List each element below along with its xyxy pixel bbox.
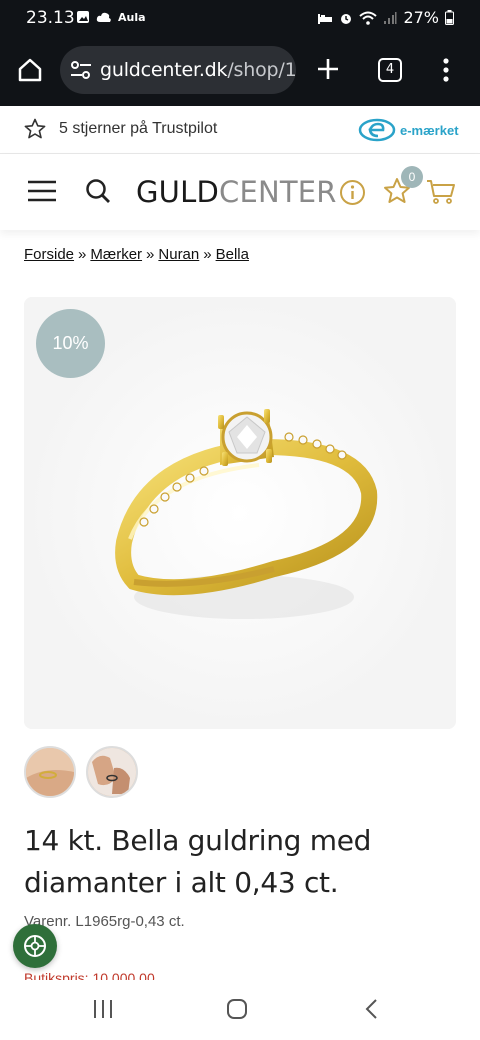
- gallery-icon: [77, 11, 89, 23]
- emark-badge[interactable]: e-mærket: [358, 118, 459, 142]
- tune-icon[interactable]: [70, 60, 92, 80]
- hand-photo-icon: [26, 748, 74, 796]
- store-price-label: Butikspris: 10.000,00: [24, 970, 155, 980]
- model-photo-icon: [88, 748, 136, 796]
- breadcrumb-separator: »: [203, 246, 212, 263]
- breadcrumb-separator: »: [78, 246, 87, 263]
- wifi-icon: [359, 11, 378, 25]
- status-right-icons: 27%: [317, 8, 454, 27]
- emark-label: e-mærket: [400, 122, 459, 138]
- notification-app-label: Aula: [118, 10, 146, 24]
- site-logo[interactable]: GULDCENTER: [136, 175, 337, 209]
- sleep-mode-icon: [318, 13, 333, 24]
- trust-bar: 5 stjerner på Trustpilot e-mærket: [0, 106, 480, 154]
- breadcrumb-link-nuran[interactable]: Nuran: [158, 246, 199, 263]
- thumbnail-strip: [24, 746, 138, 798]
- breadcrumb-link-maerker[interactable]: Mærker: [90, 246, 142, 263]
- logo-guld: GULD: [136, 175, 219, 209]
- breadcrumb-separator: »: [146, 246, 155, 263]
- browser-toolbar: guldcenter.dk/shop/1 4: [0, 36, 480, 106]
- cookie-icon: [24, 935, 46, 957]
- battery-icon: [445, 10, 454, 25]
- status-left-icons: Aula: [76, 10, 146, 24]
- battery-percent: 27%: [403, 8, 439, 27]
- status-bar: 23.13 Aula 27%: [0, 0, 480, 36]
- product-title: 14 kt. Bella guldring med diamanter i al…: [24, 824, 372, 899]
- plus-icon[interactable]: [316, 57, 340, 81]
- cookie-settings-button[interactable]: [13, 924, 57, 968]
- home-button-icon[interactable]: [226, 998, 248, 1020]
- tab-switcher-button[interactable]: 4: [378, 58, 402, 82]
- home-icon[interactable]: [16, 56, 44, 84]
- thumbnail-hand-1[interactable]: [24, 746, 76, 798]
- wishlist-count-badge: 0: [401, 166, 423, 188]
- info-icon[interactable]: [339, 179, 366, 206]
- breadcrumb-link-forside[interactable]: Forside: [24, 246, 74, 263]
- trustpilot-text[interactable]: 5 stjerner på Trustpilot: [59, 120, 217, 138]
- more-vertical-icon[interactable]: [442, 58, 450, 82]
- product-image[interactable]: 10%: [24, 297, 456, 729]
- cart-icon[interactable]: [426, 179, 456, 205]
- address-bar[interactable]: guldcenter.dk/shop/1: [60, 46, 296, 94]
- emark-logo-icon: [358, 118, 396, 142]
- cloud-icon: [96, 12, 111, 22]
- trustpilot-star-icon: [24, 118, 46, 139]
- logo-center: CENTER: [219, 175, 337, 209]
- breadcrumb-link-bella[interactable]: Bella: [216, 246, 249, 263]
- search-icon[interactable]: [85, 178, 111, 204]
- url-host: guldcenter.dk: [100, 59, 228, 81]
- url-path: /shop/1: [227, 59, 296, 81]
- status-time: 23.13: [26, 8, 75, 28]
- site-header: GULDCENTER 0: [0, 154, 480, 230]
- breadcrumb: Forside» Mærker» Nuran» Bella: [24, 246, 249, 263]
- system-navigation-bar: [0, 980, 480, 1040]
- recent-apps-icon[interactable]: [92, 999, 114, 1019]
- thumbnail-hand-2[interactable]: [86, 746, 138, 798]
- discount-badge: 10%: [36, 309, 105, 378]
- hamburger-icon[interactable]: [28, 180, 56, 202]
- alarm-icon: [341, 13, 352, 24]
- back-icon[interactable]: [364, 998, 378, 1020]
- url-text: guldcenter.dk/shop/1: [100, 59, 296, 81]
- signal-icon: [384, 11, 397, 24]
